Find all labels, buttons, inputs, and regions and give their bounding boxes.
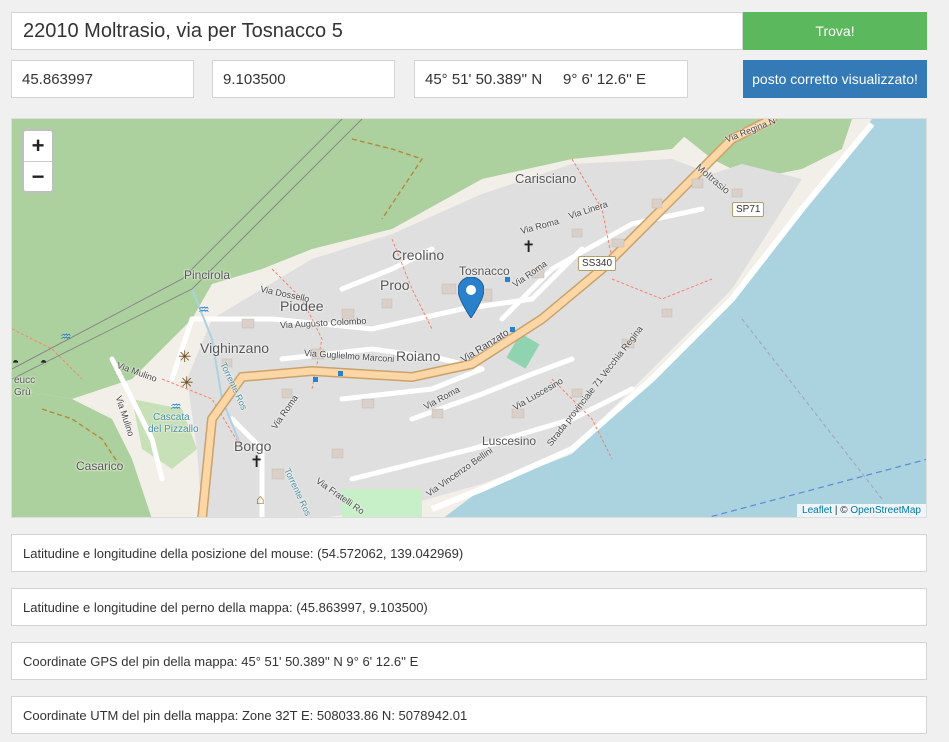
place-label-gru: Grù	[14, 387, 31, 398]
viewpoint-icon: ✳	[178, 349, 192, 366]
zoom-control: + −	[22, 129, 54, 193]
place-label-beucc: eucc	[14, 375, 36, 386]
place-label-pincirola: Pincirola	[184, 268, 231, 282]
cave-icon: ◓	[12, 355, 20, 369]
waterfall-icon: ♒	[198, 302, 210, 317]
correct-location-button[interactable]: posto corretto visualizzato!	[743, 60, 927, 98]
latitude-field[interactable]	[22, 61, 193, 97]
dms-field[interactable]	[425, 61, 687, 97]
place-label-casarico: Casarico	[76, 459, 124, 473]
map-marker-icon[interactable]	[458, 277, 484, 318]
place-label-tosnacco: Tosnacco	[459, 264, 510, 278]
latitude-field-wrapper[interactable]	[11, 60, 194, 98]
find-button[interactable]: Trova!	[743, 12, 927, 50]
attribution-separator: | ©	[832, 505, 851, 516]
address-input-wrapper[interactable]	[11, 12, 743, 50]
dms-field-wrapper[interactable]	[414, 60, 688, 98]
museum-icon: ⌂	[256, 491, 265, 507]
cave-icon: ◓	[40, 355, 48, 369]
address-input[interactable]	[23, 13, 742, 49]
viewpoint-icon: ✳	[180, 375, 194, 392]
road-shield-sp71: SP71	[732, 202, 765, 217]
waterfall-icon: ♒	[170, 399, 182, 414]
place-label-carisciano: Carisciano	[515, 171, 577, 186]
waterfall-icon: ♒	[60, 329, 72, 344]
place-label-del-pizzallo: del Pizzallo	[148, 424, 199, 435]
openstreetmap-link[interactable]: OpenStreetMap	[850, 505, 921, 516]
church-icon: ✝	[250, 454, 264, 471]
zoom-in-button[interactable]: +	[24, 131, 52, 161]
longitude-field-wrapper[interactable]	[212, 60, 395, 98]
zoom-out-button[interactable]: −	[24, 161, 52, 191]
pin-gps-info: Coordinate GPS del pin della mappa: 45° …	[11, 642, 927, 680]
place-label-roiano: Roiano	[396, 348, 441, 364]
map-attribution: Leaflet | © OpenStreetMap	[797, 504, 926, 517]
road-shield-ss340: SS340	[578, 256, 617, 271]
mouse-position-info: Latitudine e longitudine della posizione…	[11, 534, 927, 572]
place-label-vighinzano: Vighinzano	[200, 340, 270, 356]
pin-latlng-info: Latitudine e longitudine del perno della…	[11, 588, 927, 626]
leaflet-link[interactable]: Leaflet	[802, 505, 832, 516]
place-label-proo: Proo	[380, 277, 410, 293]
longitude-field[interactable]	[223, 61, 394, 97]
place-label-creolino: Creolino	[392, 247, 445, 263]
map-view[interactable]: Carisciano Creolino Tosnacco Proo Piodee…	[11, 118, 927, 518]
church-icon: ✝	[522, 239, 536, 256]
pin-utm-info: Coordinate UTM del pin della mappa: Zone…	[11, 696, 927, 734]
